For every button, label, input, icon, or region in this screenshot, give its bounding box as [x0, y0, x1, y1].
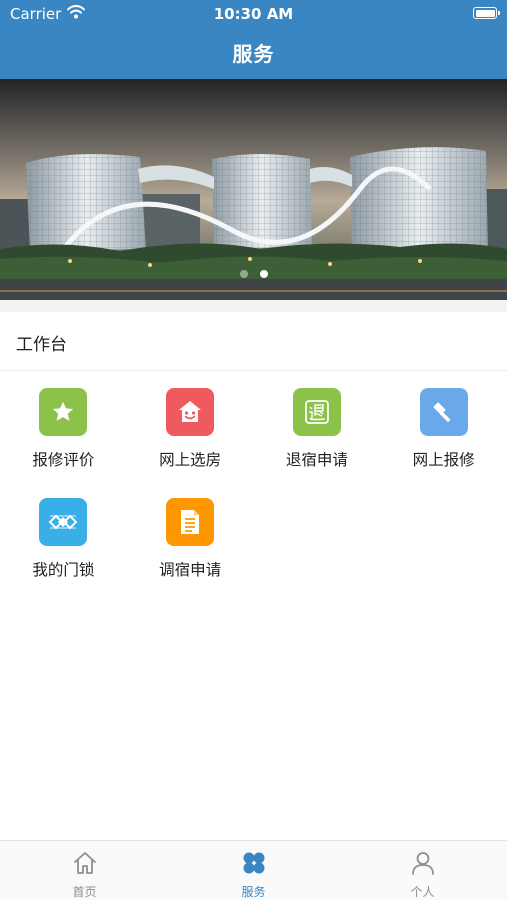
section-gap — [0, 300, 507, 312]
tile-label: 报修评价 — [32, 451, 95, 469]
tile-label: 调宿申请 — [159, 561, 222, 579]
tab-home[interactable]: 首页 — [0, 841, 169, 900]
person-icon — [409, 849, 437, 881]
carousel-dot[interactable] — [239, 270, 248, 278]
home-icon — [71, 849, 99, 881]
app-screen: Carrier 10:30 AM 服务 工作台 报修评价 网上选房 退宿申请 网… — [0, 0, 507, 900]
tile-room-transfer-application[interactable]: 调宿申请 — [127, 498, 254, 608]
tile-checkout-application[interactable]: 退宿申请 — [254, 388, 381, 498]
tile-label: 我的门锁 — [32, 561, 95, 579]
battery-icon — [473, 7, 500, 19]
tab-services[interactable]: 服务 — [169, 841, 338, 900]
tab-personal-label: 个人 — [410, 885, 435, 899]
hammer-icon — [419, 388, 468, 436]
tab-services-label: 服务 — [241, 885, 266, 899]
tui-character-icon — [292, 388, 341, 436]
header-bar: Carrier 10:30 AM 服务 — [0, 0, 507, 79]
house-face-icon — [166, 388, 215, 436]
page-title: 服务 — [232, 42, 275, 66]
star-icon — [39, 388, 88, 436]
divider — [0, 370, 507, 371]
services-grid-icon — [240, 849, 268, 881]
tile-online-room-select[interactable]: 网上选房 — [127, 388, 254, 498]
carousel-indicator — [0, 270, 507, 278]
workbench-title: 工作台 — [16, 335, 67, 355]
tile-label: 退宿申请 — [285, 451, 348, 469]
document-icon — [166, 498, 215, 546]
tab-personal[interactable]: 个人 — [338, 841, 507, 900]
lock-pattern-icon — [39, 498, 88, 546]
tab-home-label: 首页 — [72, 885, 97, 899]
tile-online-repair[interactable]: 网上报修 — [380, 388, 507, 498]
workbench-grid: 报修评价 网上选房 退宿申请 网上报修 我的门锁 调宿申请 — [0, 388, 507, 608]
status-bar: Carrier 10:30 AM — [0, 0, 507, 28]
tile-label: 网上报修 — [412, 451, 475, 469]
tile-my-door-lock[interactable]: 我的门锁 — [0, 498, 127, 608]
battery-fill — [475, 9, 495, 17]
tile-label: 网上选房 — [159, 451, 222, 469]
banner-carousel[interactable] — [0, 79, 507, 300]
building-photo — [0, 79, 507, 300]
tile-repair-review[interactable]: 报修评价 — [0, 388, 127, 498]
bottom-tab-bar: 首页 服务 个人 — [0, 840, 507, 900]
carousel-dot-active[interactable] — [259, 270, 268, 278]
status-time: 10:30 AM — [213, 5, 294, 23]
